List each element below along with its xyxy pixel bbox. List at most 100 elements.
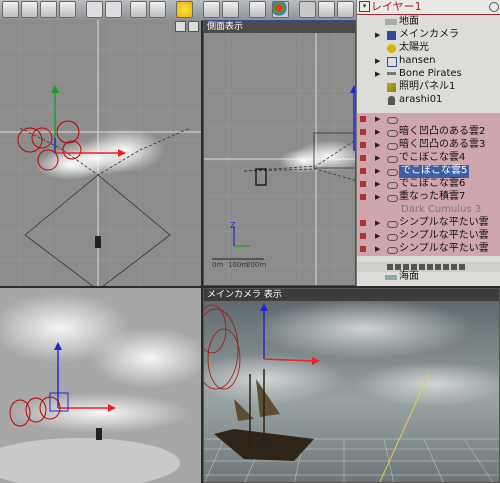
sea-icon — [385, 275, 397, 280]
viewport-title: メインカメラ 表示 — [204, 289, 499, 301]
side-viewport-scene — [204, 21, 355, 285]
expand-icon[interactable]: ▶ — [375, 191, 380, 204]
expand-icon[interactable]: ▶ — [375, 68, 380, 81]
expand-icon[interactable]: ▶ — [375, 139, 380, 152]
tool-icon[interactable] — [451, 264, 457, 270]
move-icon[interactable] — [105, 1, 122, 18]
globe-icon[interactable] — [299, 1, 316, 18]
layer-item-dark-cumulus[interactable]: Dark Cumulus 3 — [357, 204, 500, 217]
layer-item-cloud-7[interactable]: ▶ 重なった積雲7 — [357, 191, 500, 204]
lamp-icon — [388, 96, 395, 105]
visibility-icon[interactable] — [360, 155, 366, 161]
layer-collapse-icon[interactable]: ▾ — [359, 1, 370, 12]
undo-icon[interactable] — [86, 1, 103, 18]
layer-item-label: Bone Pirates — [399, 68, 462, 79]
viewport-title: 側面表示 — [204, 21, 355, 33]
layer-item-cloud-6[interactable]: ▶ でこぼこな雲6 — [357, 178, 500, 191]
layer-item-label: hansen — [399, 55, 436, 66]
layer-item-cloud-group[interactable]: ▶ — [357, 113, 500, 126]
tool-icon[interactable] — [419, 264, 425, 270]
visibility-icon[interactable] — [360, 142, 366, 148]
layer-item-flat-cloud-1[interactable]: ▶ シンプルな平たい雲 — [357, 217, 500, 230]
layer-item-hansen[interactable]: ▶ hansen — [357, 55, 500, 68]
visibility-icon[interactable] — [360, 181, 366, 187]
layer-panel-header: ▾ レイヤー1 — [357, 0, 500, 15]
layer-item-label-selected: でこぼこな雲5 — [399, 165, 470, 178]
visibility-icon[interactable] — [360, 129, 366, 135]
maximize-icon[interactable] — [188, 21, 199, 32]
layer-item-ground[interactable]: 地面 — [357, 16, 500, 29]
visibility-icon[interactable] — [360, 220, 366, 226]
layer-item-cloud-5[interactable]: ▶ でこぼこな雲5 — [357, 165, 500, 178]
cube-icon[interactable] — [40, 1, 57, 18]
tool-icon[interactable] — [411, 264, 417, 270]
layer-item-label: シンプルな平たい雲 — [399, 217, 489, 228]
cloud-icon — [387, 156, 398, 163]
expand-icon[interactable]: ▶ — [375, 113, 380, 126]
paint-icon[interactable] — [249, 1, 266, 18]
top-viewport[interactable] — [0, 20, 201, 286]
light-panel-icon — [387, 83, 396, 92]
layer-item-label: シンプルな平たい雲 — [399, 230, 489, 241]
expand-icon[interactable]: ▶ — [375, 165, 380, 178]
layer-item-light-panel[interactable]: 照明パネル1 — [357, 81, 500, 94]
expand-icon[interactable]: ▶ — [375, 55, 380, 68]
tool-icon[interactable] — [427, 264, 433, 270]
layer-item-label: 照明パネル1 — [399, 81, 456, 92]
visibility-icon[interactable] — [360, 233, 366, 239]
tool-icon[interactable] — [387, 264, 393, 270]
palette-icon[interactable] — [272, 1, 289, 18]
layer-item-main-camera[interactable]: ▶ メインカメラ — [357, 29, 500, 42]
tool-icon[interactable] — [459, 264, 465, 270]
cube-icon[interactable] — [21, 1, 38, 18]
sun-icon[interactable] — [176, 1, 193, 18]
layer-item-cloud-2[interactable]: ▶ 暗く凹凸のある雲2 — [357, 126, 500, 139]
visibility-icon[interactable] — [360, 246, 366, 252]
visibility-icon[interactable] — [360, 116, 366, 122]
expand-icon[interactable]: ▶ — [375, 152, 380, 165]
expand-icon[interactable]: ▶ — [375, 178, 380, 191]
layer-item-cloud-3[interactable]: ▶ 暗く凹凸のある雲3 — [357, 139, 500, 152]
cloud-icon[interactable] — [203, 1, 220, 18]
tool-icon[interactable] — [395, 264, 401, 270]
layer-options-icon[interactable] — [489, 2, 499, 12]
layer-item-flat-cloud-2[interactable]: ▶ シンプルな平たい雲 — [357, 230, 500, 243]
tool-icon[interactable] — [403, 264, 409, 270]
layer-item-cloud-4[interactable]: ▶ でこぼこな雲4 — [357, 152, 500, 165]
tool-icon[interactable] — [435, 264, 441, 270]
side-viewport[interactable]: 側面表示 Z 0m 100m 200m — [203, 20, 356, 286]
top-viewport-scene — [0, 20, 201, 286]
ground-icon — [385, 19, 397, 25]
cube-icon[interactable] — [59, 1, 76, 18]
camera-viewport[interactable]: メインカメラ 表示 — [203, 288, 500, 483]
layer-item-sea[interactable]: 海面 — [357, 271, 500, 284]
layer-item-sun[interactable]: 太陽光 — [357, 42, 500, 55]
rotate-icon[interactable] — [2, 1, 19, 18]
expand-icon[interactable]: ▶ — [375, 217, 380, 230]
cloud-icon — [387, 182, 398, 189]
visibility-icon[interactable] — [360, 194, 366, 200]
layer-item-label: シンプルな平たい雲 — [399, 243, 489, 254]
bone-icon — [387, 72, 396, 75]
camera-icon[interactable] — [149, 1, 166, 18]
layer-item-bone-pirates[interactable]: ▶ Bone Pirates — [357, 68, 500, 81]
expand-icon[interactable]: ▶ — [375, 126, 380, 139]
layer-item-arashi[interactable]: arashi01 — [357, 94, 500, 107]
expand-icon[interactable]: ▶ — [375, 243, 380, 256]
light-icon[interactable] — [222, 1, 239, 18]
layer-item-label: 地面 — [399, 16, 419, 27]
expand-icon[interactable]: ▶ — [375, 230, 380, 243]
tool-icon[interactable] — [443, 264, 449, 270]
tool-icon[interactable] — [318, 1, 335, 18]
front-viewport-scene — [0, 293, 201, 483]
cloud-icon — [387, 195, 398, 202]
zoom-icon[interactable] — [175, 21, 186, 32]
layer-item-flat-cloud-3[interactable]: ▶ シンプルな平たい雲 — [357, 243, 500, 256]
visibility-icon[interactable] — [360, 168, 366, 174]
expand-icon[interactable]: ▶ — [375, 29, 380, 42]
cloud-icon — [387, 234, 398, 241]
layer-title[interactable]: レイヤー1 — [371, 1, 422, 13]
front-viewport[interactable] — [0, 288, 201, 483]
tool-icon[interactable] — [337, 1, 354, 18]
play-icon[interactable] — [130, 1, 147, 18]
